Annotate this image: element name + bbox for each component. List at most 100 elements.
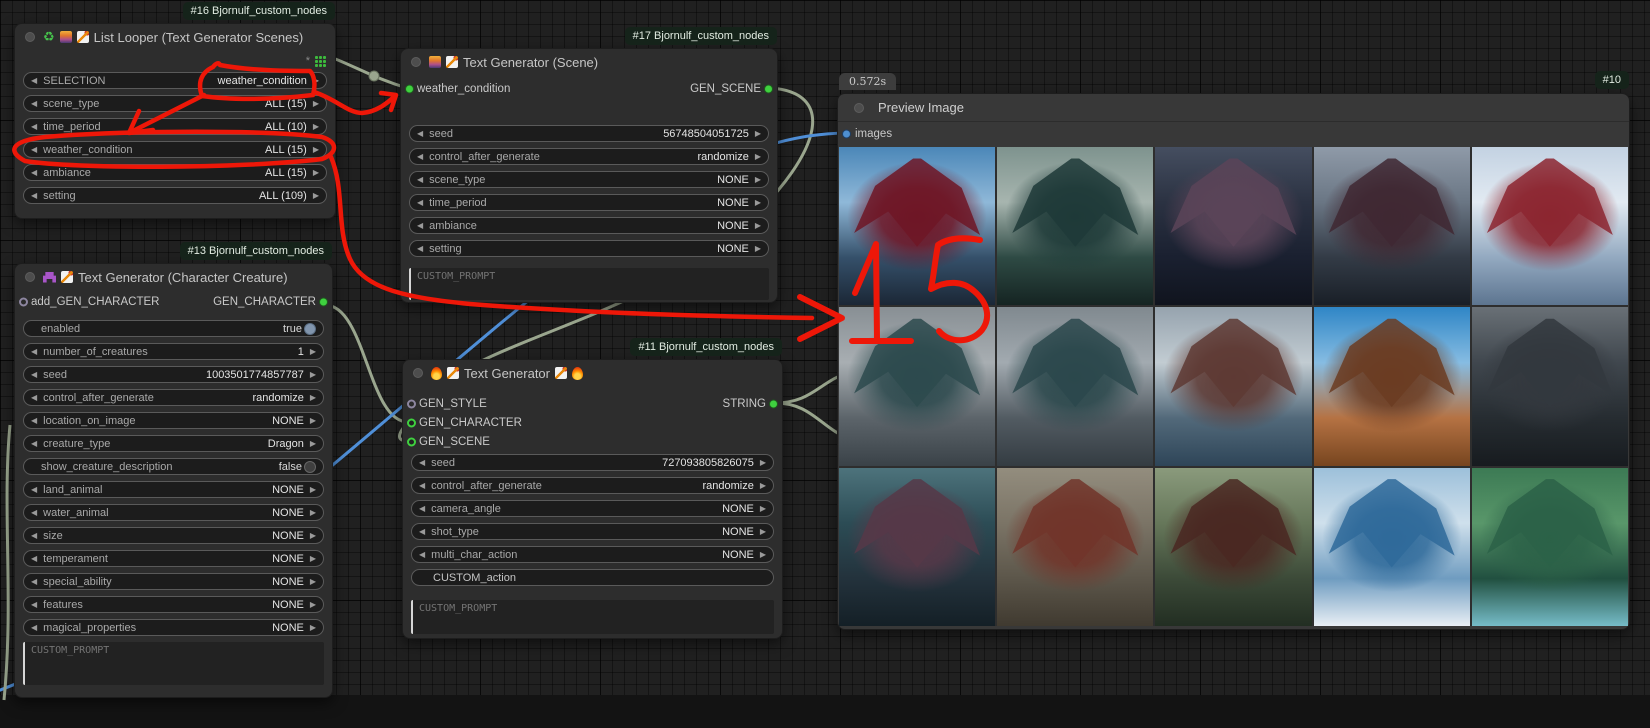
node-title-bar[interactable]: Text Generator (Character Creature) [15,264,332,290]
increment-arrow[interactable]: ▶ [310,532,316,540]
link-midpoint-dot[interactable] [369,71,379,81]
increment-arrow[interactable]: ▶ [755,245,761,253]
increment-arrow[interactable]: ▶ [310,601,316,609]
toggle-knob[interactable] [304,323,316,335]
decrement-arrow[interactable]: ◀ [419,459,425,467]
widget-time_period[interactable]: ◀time_periodALL (10)▶ [23,118,327,135]
widget-SELECTION[interactable]: ◀SELECTIONweather_condition▶ [23,72,327,89]
decrement-arrow[interactable]: ◀ [31,601,37,609]
widget-scene_type[interactable]: ◀scene_typeNONE▶ [409,171,769,188]
increment-arrow[interactable]: ▶ [310,440,316,448]
decrement-arrow[interactable]: ◀ [31,440,37,448]
widget-control_after_generate[interactable]: ◀control_after_generaterandomize▶ [411,477,774,494]
decrement-arrow[interactable]: ◀ [419,482,425,490]
preview-image[interactable] [839,307,995,465]
increment-arrow[interactable]: ▶ [755,222,761,230]
decrement-arrow[interactable]: ◀ [31,509,37,517]
custom-prompt-textarea[interactable]: CUSTOM_PROMPT [411,600,774,634]
widget-land_animal[interactable]: ◀land_animalNONE▶ [23,481,324,498]
decrement-arrow[interactable]: ◀ [419,528,425,536]
preview-image[interactable] [1155,307,1311,465]
decrement-arrow[interactable]: ◀ [31,486,37,494]
node-text-generator-character-creature[interactable]: #13 Bjornulf_custom_nodes Text Generator… [14,263,333,698]
custom-prompt-textarea[interactable]: CUSTOM_PROMPT [409,268,769,300]
increment-arrow[interactable]: ▶ [313,192,319,200]
collapse-dot[interactable] [25,32,35,42]
widget-special_ability[interactable]: ◀special_abilityNONE▶ [23,573,324,590]
decrement-arrow[interactable]: ◀ [31,100,37,108]
increment-arrow[interactable]: ▶ [760,551,766,559]
decrement-arrow[interactable]: ◀ [31,169,37,177]
preview-image[interactable] [1314,307,1470,465]
increment-arrow[interactable]: ▶ [760,459,766,467]
decrement-arrow[interactable]: ◀ [417,199,423,207]
node-preview-image[interactable]: #10 0.572s Preview Image images [837,93,1630,630]
decrement-arrow[interactable]: ◀ [417,245,423,253]
widget-creature_type[interactable]: ◀creature_typeDragon▶ [23,435,324,452]
queue-grid-icon[interactable] [315,56,326,67]
increment-arrow[interactable]: ▶ [313,100,319,108]
preview-image[interactable] [1155,468,1311,626]
widget-enabled[interactable]: enabledtrue [23,320,324,337]
decrement-arrow[interactable]: ◀ [419,551,425,559]
widget-seed[interactable]: ◀seed1003501774857787▶ [23,366,324,383]
link-selection-to-scene[interactable] [333,58,407,88]
widget-setting[interactable]: ◀settingALL (109)▶ [23,187,327,204]
collapse-dot[interactable] [854,103,864,113]
decrement-arrow[interactable]: ◀ [31,371,37,379]
widget-weather_condition[interactable]: ◀weather_conditionALL (15)▶ [23,141,327,158]
decrement-arrow[interactable]: ◀ [31,555,37,563]
widget-water_animal[interactable]: ◀water_animalNONE▶ [23,504,324,521]
decrement-arrow[interactable]: ◀ [31,532,37,540]
widget-size[interactable]: ◀sizeNONE▶ [23,527,324,544]
input-port-gen-character[interactable] [407,418,416,427]
decrement-arrow[interactable]: ◀ [31,348,37,356]
decrement-arrow[interactable]: ◀ [31,192,37,200]
preview-image[interactable] [839,147,995,305]
decrement-arrow[interactable]: ◀ [417,130,423,138]
increment-arrow[interactable]: ▶ [760,482,766,490]
collapse-dot[interactable] [413,368,423,378]
preview-image[interactable] [1472,468,1628,626]
collapse-dot[interactable] [411,57,421,67]
increment-arrow[interactable]: ▶ [310,394,316,402]
decrement-arrow[interactable]: ◀ [417,176,423,184]
node-title-bar[interactable]: Text Generator [403,360,782,386]
input-port-gen-style[interactable] [407,399,416,408]
increment-arrow[interactable]: ▶ [313,169,319,177]
input-port-gen-scene[interactable] [407,437,416,446]
decrement-arrow[interactable]: ◀ [31,394,37,402]
widget-camera_angle[interactable]: ◀camera_angleNONE▶ [411,500,774,517]
increment-arrow[interactable]: ▶ [310,417,316,425]
decrement-arrow[interactable]: ◀ [31,417,37,425]
preview-image[interactable] [1472,147,1628,305]
graph-canvas[interactable]: #16 Bjornulf_custom_nodes ♻ List Looper … [0,0,1650,728]
widget-location_on_image[interactable]: ◀location_on_imageNONE▶ [23,412,324,429]
decrement-arrow[interactable]: ◀ [31,578,37,586]
widget-setting[interactable]: ◀settingNONE▶ [409,240,769,257]
preview-image[interactable] [1314,147,1470,305]
increment-arrow[interactable]: ▶ [755,130,761,138]
increment-arrow[interactable]: ▶ [310,624,316,632]
decrement-arrow[interactable]: ◀ [31,146,37,154]
decrement-arrow[interactable]: ◀ [419,505,425,513]
widget-CUSTOM_action[interactable]: CUSTOM_action [411,569,774,586]
widget-scene_type[interactable]: ◀scene_typeALL (15)▶ [23,95,327,112]
widget-ambiance[interactable]: ◀ambianceNONE▶ [409,217,769,234]
input-port-add-gen-character[interactable] [19,298,28,307]
widget-seed[interactable]: ◀seed727093805826075▶ [411,454,774,471]
preview-image[interactable] [997,307,1153,465]
widget-seed[interactable]: ◀seed56748504051725▶ [409,125,769,142]
increment-arrow[interactable]: ▶ [760,505,766,513]
output-port-gen-scene[interactable] [764,85,773,94]
widget-show_creature_description[interactable]: show_creature_descriptionfalse [23,458,324,475]
widget-control_after_generate[interactable]: ◀control_after_generaterandomize▶ [23,389,324,406]
widget-number_of_creatures[interactable]: ◀number_of_creatures1▶ [23,343,324,360]
increment-arrow[interactable]: ▶ [755,176,761,184]
node-title-bar[interactable]: Preview Image [838,94,1629,122]
increment-arrow[interactable]: ▶ [755,153,761,161]
increment-arrow[interactable]: ▶ [310,578,316,586]
node-title-bar[interactable]: ♻ List Looper (Text Generator Scenes) [15,24,335,50]
node-text-generator-scene[interactable]: #17 Bjornulf_custom_nodes Text Generator… [400,48,778,303]
widget-multi_char_action[interactable]: ◀multi_char_actionNONE▶ [411,546,774,563]
